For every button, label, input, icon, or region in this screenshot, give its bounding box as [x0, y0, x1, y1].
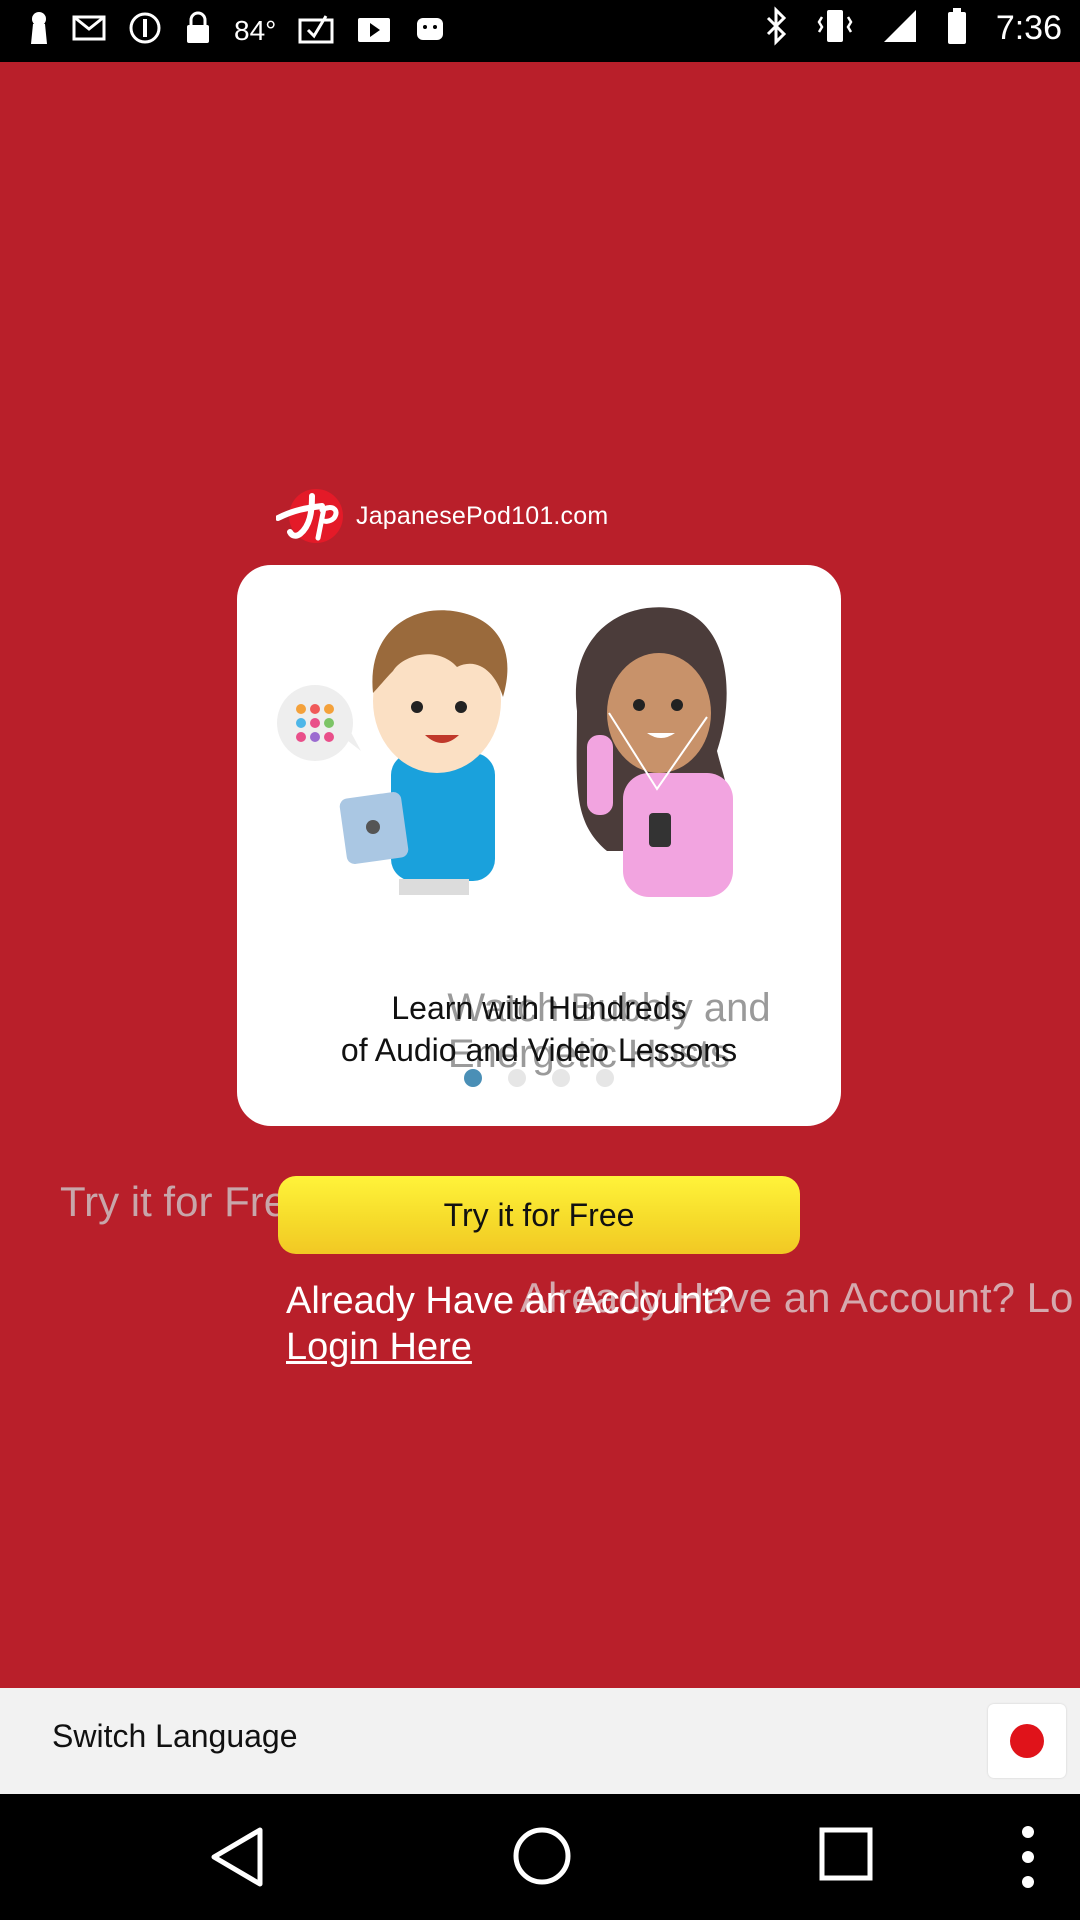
japan-flag-button[interactable]: [988, 1704, 1066, 1778]
mail-icon: [72, 13, 106, 48]
lock-icon: [184, 11, 212, 50]
login-link[interactable]: Login Here: [286, 1326, 472, 1369]
vibrate-icon: [816, 7, 854, 50]
caption-line2: of Audio and Video Lessons: [340, 1032, 738, 1068]
android-icon: [414, 12, 446, 49]
bluetooth-icon: [764, 6, 788, 51]
japan-flag-icon: [1010, 1724, 1044, 1758]
signal-icon: [882, 8, 918, 49]
learners-illustration: [277, 607, 733, 897]
switch-language-label[interactable]: Switch Language: [52, 1718, 298, 1755]
keyhole-icon: [28, 10, 50, 51]
task-icon: [298, 12, 334, 49]
clock: 7:36: [995, 9, 1062, 47]
info-icon: [128, 11, 162, 50]
recents-icon[interactable]: [818, 1824, 874, 1889]
page-dot-1[interactable]: [464, 1069, 482, 1087]
more-options-icon[interactable]: [1018, 1824, 1038, 1895]
carousel-pager[interactable]: [237, 1069, 841, 1087]
navigation-bar: [0, 1794, 1080, 1920]
status-bar: 84° 7:36: [0, 0, 1080, 62]
brand-name: JapanesePod101.com: [356, 501, 609, 530]
caption-line1: Learn with Hundreds: [391, 990, 687, 1026]
language-bar[interactable]: Switch Language: [0, 1688, 1080, 1794]
play-store-icon: [356, 12, 392, 49]
try-free-button[interactable]: Try it for Free: [278, 1176, 800, 1254]
account-prompt: Already Have an Account?: [286, 1280, 734, 1322]
brand-logo: JapanesePod101.com: [276, 488, 608, 544]
battery-icon: [946, 7, 968, 50]
home-icon[interactable]: [510, 1824, 574, 1893]
page-dot-2[interactable]: [508, 1069, 526, 1087]
boy-figure: [339, 610, 508, 895]
try-free-ghost-text: Try it for Free: [60, 1178, 311, 1225]
back-icon[interactable]: [208, 1824, 268, 1895]
page-dot-4[interactable]: [596, 1069, 614, 1087]
page-dot-3[interactable]: [552, 1069, 570, 1087]
onboarding-card[interactable]: Watch Bubbly and Energetic Hosts Learn w…: [237, 565, 841, 1126]
temperature-text: 84°: [234, 14, 277, 46]
app-bubble-icon: [277, 685, 361, 761]
girl-figure: [575, 607, 733, 897]
jp-logo-icon: [276, 489, 343, 543]
